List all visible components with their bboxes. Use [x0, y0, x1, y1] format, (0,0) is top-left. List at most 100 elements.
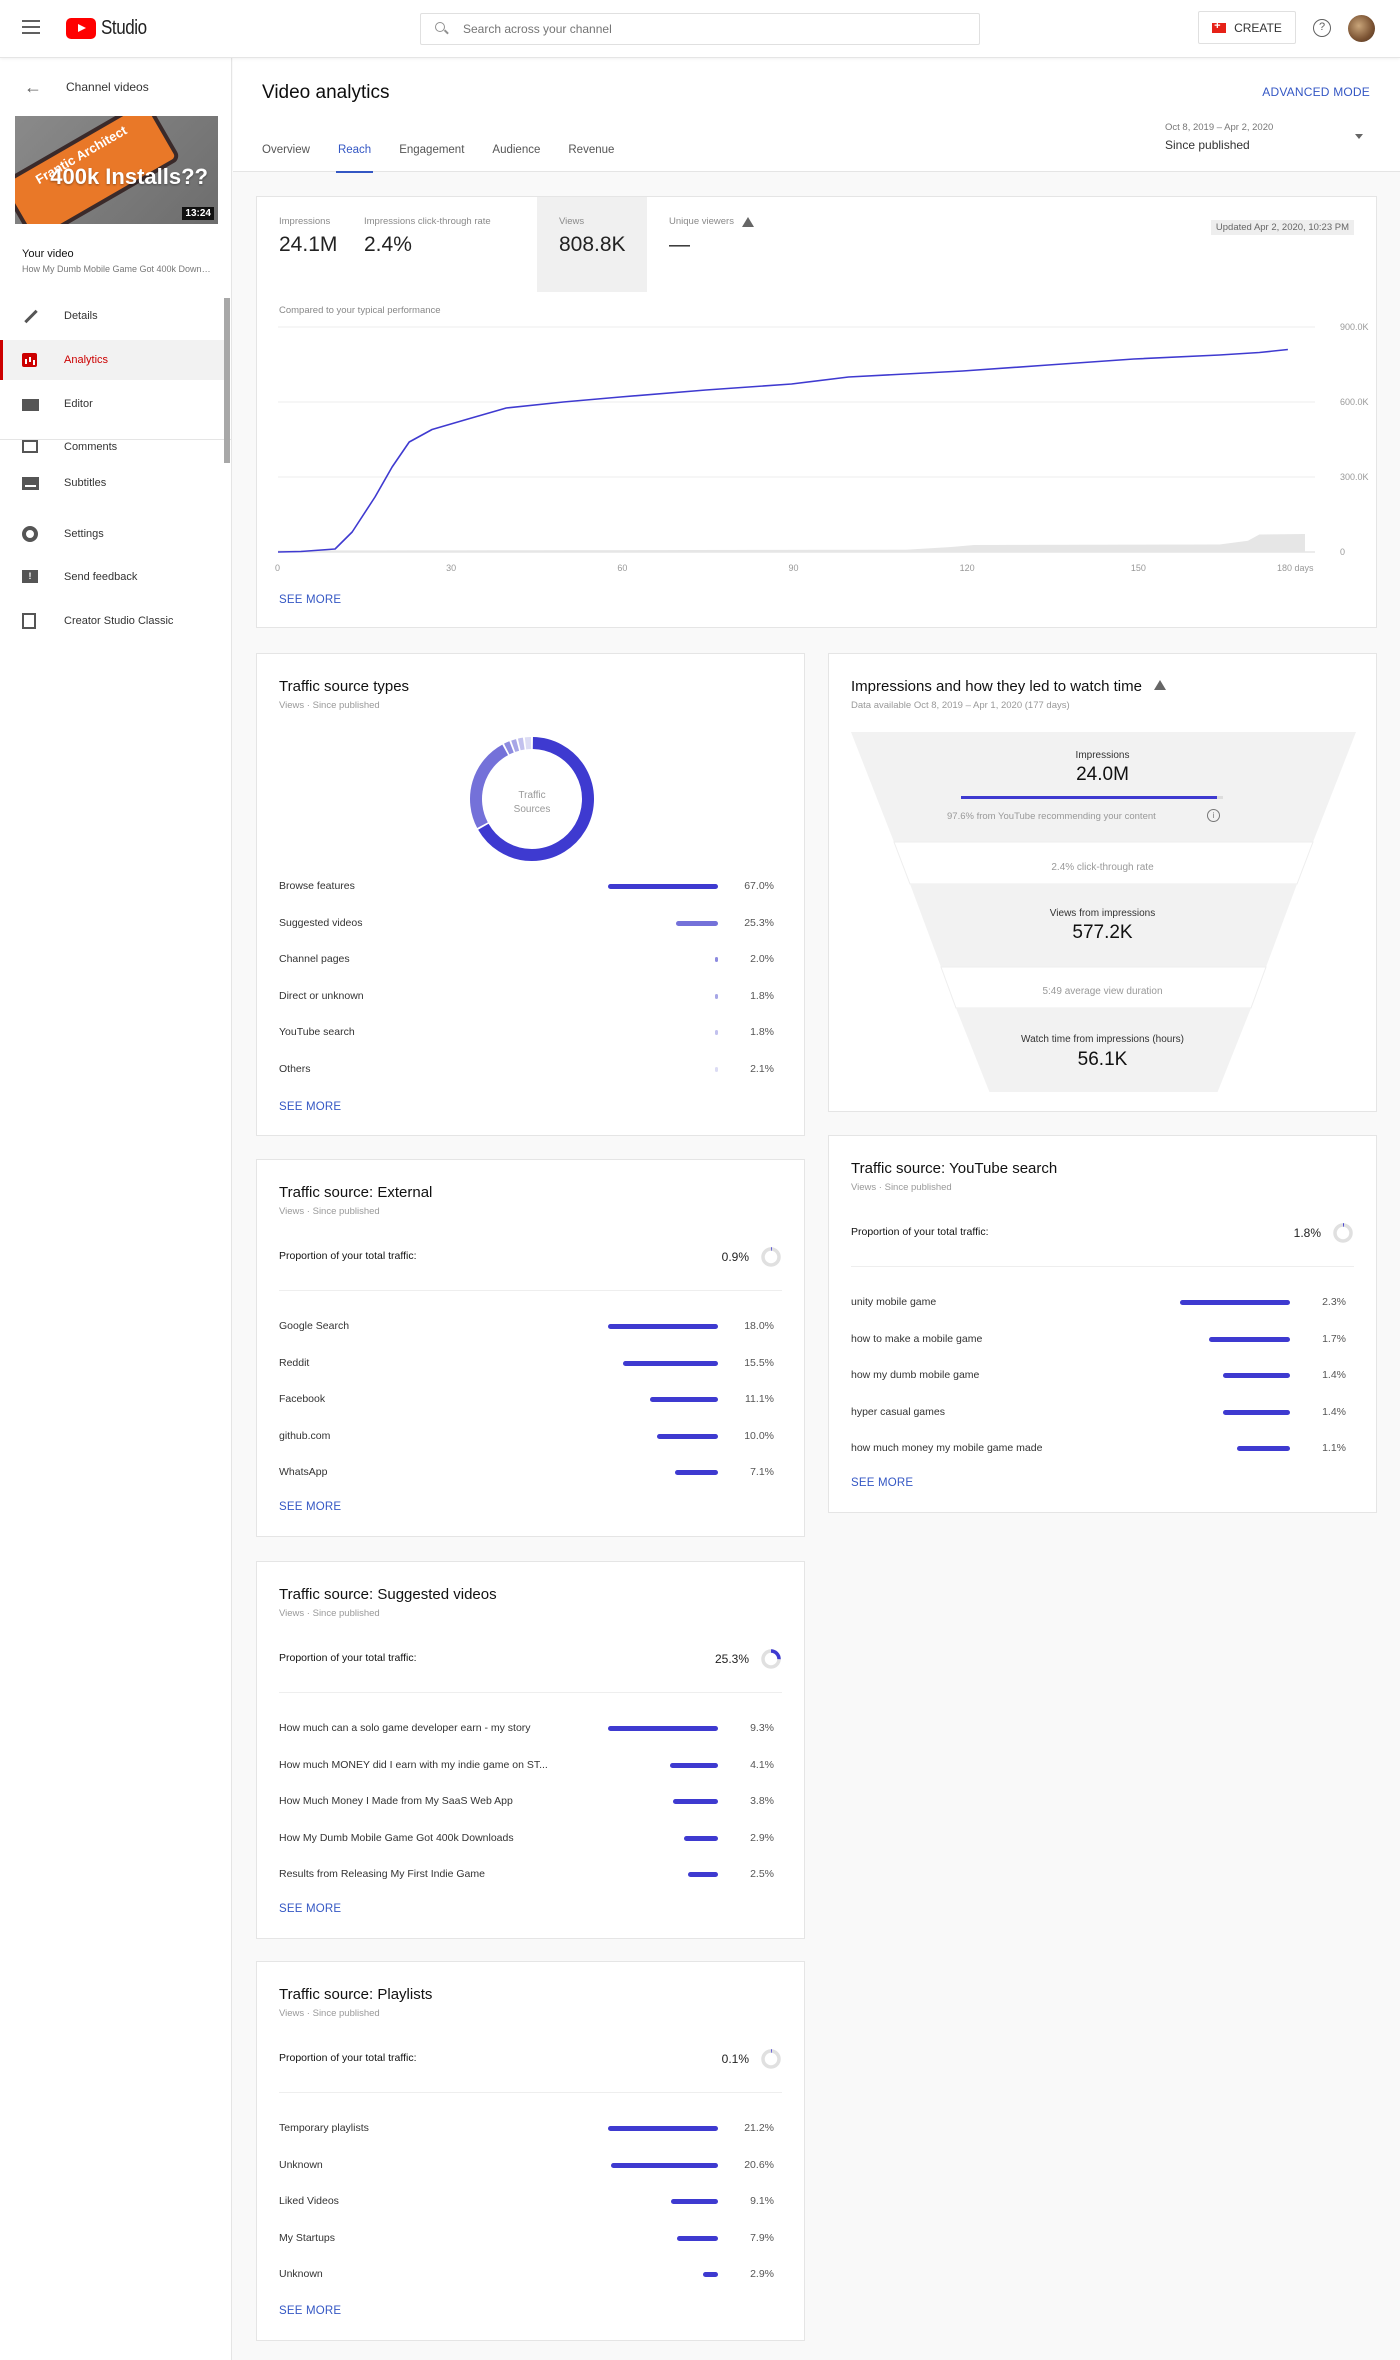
list-item[interactable]: Others 2.1%: [279, 1063, 782, 1079]
video-title: How My Dumb Mobile Game Got 400k Downloa…: [22, 264, 212, 274]
info-icon[interactable]: i: [1207, 809, 1220, 822]
video-thumbnail[interactable]: Frantic Architect 400k Installs?? 13:24: [15, 116, 218, 224]
traffic-source-suggested-videos-card: Traffic source: Suggested videos Views · …: [256, 1561, 805, 1939]
list-item[interactable]: how my dumb mobile game 1.4%: [851, 1369, 1354, 1385]
warning-icon[interactable]: [1153, 680, 1166, 690]
studio-logo[interactable]: Studio: [66, 17, 155, 40]
list-item-label: github.com: [279, 1429, 331, 1442]
search-input[interactable]: [463, 22, 979, 36]
list-item[interactable]: unity mobile game 2.3%: [851, 1296, 1354, 1312]
list-item[interactable]: Browse features 67.0%: [279, 880, 782, 896]
sidebar-item-details[interactable]: Details: [0, 296, 225, 336]
see-more-link[interactable]: SEE MORE: [279, 594, 341, 606]
list-item[interactable]: Results from Releasing My First Indie Ga…: [279, 1868, 782, 1884]
list-item[interactable]: Reddit 15.5%: [279, 1357, 782, 1373]
list-item[interactable]: Direct or unknown 1.8%: [279, 990, 782, 1006]
list-item[interactable]: how to make a mobile game 1.7%: [851, 1333, 1354, 1349]
feedback-icon: !: [22, 569, 40, 585]
list-item-value: 1.8%: [750, 1026, 774, 1038]
back-to-channel-videos[interactable]: ← Channel videos: [0, 72, 232, 102]
list-item-value: 18.0%: [744, 1320, 774, 1332]
metric-unique-viewers[interactable]: Unique viewers —: [647, 197, 787, 292]
list-item[interactable]: Facebook 11.1%: [279, 1393, 782, 1409]
list-item[interactable]: YouTube search 1.8%: [279, 1026, 782, 1042]
y-tick-label: 300.0K: [1340, 472, 1369, 482]
list-item[interactable]: How Much Money I Made from My SaaS Web A…: [279, 1795, 782, 1811]
list-item[interactable]: hyper casual games 1.4%: [851, 1406, 1354, 1422]
list-item-bar: [608, 1726, 718, 1731]
list-item-label: Results from Releasing My First Indie Ga…: [279, 1868, 485, 1880]
donut-slice[interactable]: [470, 744, 509, 829]
sidebar-item-label: Details: [64, 310, 98, 322]
see-more-link[interactable]: SEE MORE: [279, 1101, 341, 1113]
list-item[interactable]: Google Search 18.0%: [279, 1320, 782, 1336]
create-button[interactable]: CREATE: [1198, 11, 1296, 44]
list-item-label: how to make a mobile game: [851, 1332, 983, 1345]
list-item-value: 2.5%: [750, 1868, 774, 1880]
tab-audience[interactable]: Audience: [492, 142, 540, 172]
list-item[interactable]: How much can a solo game developer earn …: [279, 1722, 782, 1738]
donut-center-line1: Traffic: [518, 790, 545, 801]
sidebar-item-editor[interactable]: Editor: [0, 384, 225, 424]
help-icon[interactable]: ?: [1313, 19, 1331, 37]
metric-ctr[interactable]: Impressions click-through rate 2.4%: [361, 197, 537, 292]
hamburger-menu-icon[interactable]: [22, 20, 40, 34]
views-line[interactable]: [277, 348, 1288, 553]
sidebar-item-creator-studio-classic[interactable]: Creator Studio Classic: [0, 601, 225, 641]
sidebar-item-send-feedback[interactable]: ! Send feedback: [0, 557, 225, 597]
list-item[interactable]: how much money my mobile game made 1.1%: [851, 1442, 1354, 1458]
list-item-bar: [608, 884, 718, 889]
sidebar-scrollbar[interactable]: [224, 298, 230, 463]
proportion-donut: [761, 1649, 781, 1669]
see-more-link[interactable]: SEE MORE: [851, 1477, 913, 1489]
list-item-value: 1.8%: [750, 989, 774, 1002]
list-item-value: 21.2%: [744, 2122, 774, 2134]
x-tick-label: 90: [789, 563, 799, 573]
recommend-progress-fill: [961, 796, 1217, 799]
tab-engagement[interactable]: Engagement: [399, 142, 464, 172]
divider: [279, 1692, 782, 1693]
account-avatar[interactable]: [1348, 15, 1375, 42]
donut-slice[interactable]: [517, 737, 525, 751]
list-item-label: How Much Money I Made from My SaaS Web A…: [279, 1795, 513, 1807]
tab-reach[interactable]: Reach: [335, 142, 374, 173]
search-box[interactable]: [420, 13, 980, 45]
list-item[interactable]: Temporary playlists 21.2%: [279, 2122, 782, 2138]
metric-label: Impressions: [279, 216, 331, 227]
list-item[interactable]: WhatsApp 7.1%: [279, 1466, 782, 1482]
sidebar-item-settings[interactable]: Settings: [0, 514, 225, 554]
sidebar-item-subtitles[interactable]: Subtitles: [0, 468, 225, 498]
donut-track: [1333, 1223, 1353, 1243]
subtitles-icon: [22, 475, 40, 491]
see-more-link[interactable]: SEE MORE: [279, 2305, 341, 2317]
sidebar-item-analytics[interactable]: Analytics: [0, 340, 225, 380]
list-item[interactable]: Channel pages 2.0%: [279, 953, 782, 969]
donut-slice[interactable]: [511, 739, 520, 752]
metric-views[interactable]: Views 808.8K: [537, 197, 647, 292]
list-item[interactable]: Suggested videos 25.3%: [279, 917, 782, 933]
back-label: Channel videos: [66, 80, 149, 94]
metric-label: Impressions click-through rate: [364, 216, 491, 227]
traffic-source-external-card: Traffic source: External Views · Since pu…: [256, 1159, 805, 1537]
list-item[interactable]: How much MONEY did I earn with my indie …: [279, 1759, 782, 1775]
warning-icon[interactable]: [741, 216, 754, 227]
metric-impressions[interactable]: Impressions 24.1M: [257, 197, 361, 292]
list-item[interactable]: Unknown 2.9%: [279, 2268, 782, 2284]
card-subtitle: Views · Since published: [279, 1608, 380, 1619]
list-item[interactable]: github.com 10.0%: [279, 1430, 782, 1446]
list-item[interactable]: How My Dumb Mobile Game Got 400k Downloa…: [279, 1832, 782, 1848]
sidebar-item-comments[interactable]: Comments: [0, 427, 225, 467]
list-item[interactable]: Unknown 20.6%: [279, 2159, 782, 2175]
see-more-link[interactable]: SEE MORE: [279, 1903, 341, 1915]
advanced-mode-button[interactable]: ADVANCED MODE: [1262, 85, 1370, 99]
date-range-dropdown[interactable]: Oct 8, 2019 – Apr 2, 2020 Since publishe…: [1165, 122, 1365, 162]
tab-overview[interactable]: Overview: [262, 142, 310, 172]
page-title: Video analytics: [262, 82, 390, 103]
donut-slice[interactable]: [504, 741, 514, 755]
proportion-row: Proportion of your total traffic: 0.9%: [279, 1246, 782, 1268]
tab-revenue[interactable]: Revenue: [568, 142, 614, 172]
list-item[interactable]: Liked Videos 9.1%: [279, 2195, 782, 2211]
see-more-link[interactable]: SEE MORE: [279, 1501, 341, 1513]
funnel-watch-label: Watch time from impressions (hours): [1021, 1034, 1184, 1045]
list-item[interactable]: My Startups 7.9%: [279, 2232, 782, 2248]
